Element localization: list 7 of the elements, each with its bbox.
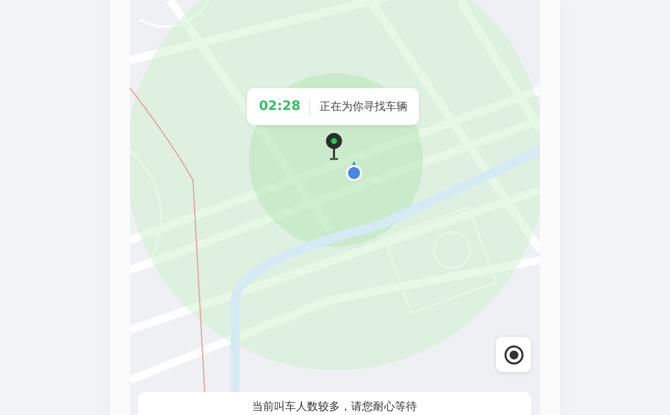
notice-text: 当前叫车人数较多，请您耐心等待: [252, 400, 417, 415]
elapsed-time: 02:28: [259, 99, 300, 114]
status-message: 正在为你寻找车辆: [319, 99, 408, 114]
location-dot-icon: [345, 160, 363, 182]
map-pin-icon: [325, 132, 343, 162]
target-icon: [504, 344, 524, 364]
locate-button[interactable]: [496, 337, 531, 372]
